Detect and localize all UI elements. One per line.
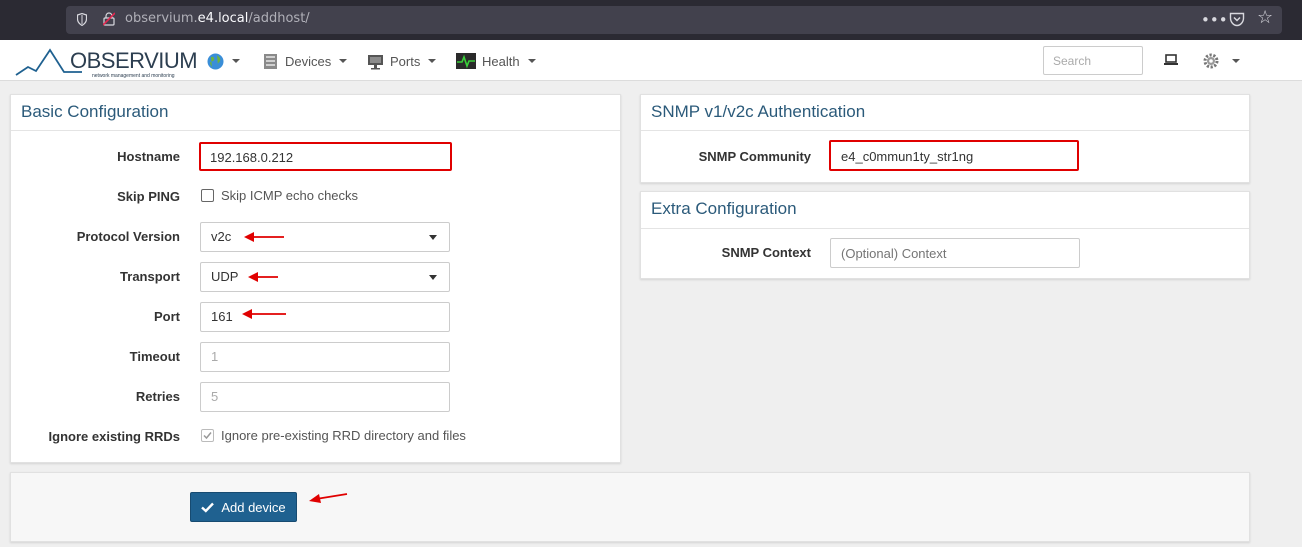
snmp-context-label: SNMP Context [721, 245, 811, 260]
chevron-down-icon [1232, 59, 1240, 63]
more-icon[interactable]: ••• [1201, 11, 1228, 29]
skip-ping-text: Skip ICMP echo checks [221, 188, 359, 203]
laptop-icon [1164, 54, 1178, 65]
check-icon [201, 502, 215, 513]
transport-value: UDP [211, 269, 239, 284]
annotation-arrow-icon [248, 272, 278, 282]
ignore-rrds-text: Ignore pre-existing RRD directory and fi… [221, 428, 466, 443]
add-device-label: Add device [221, 499, 286, 515]
settings-menu[interactable] [1202, 52, 1240, 70]
extra-configuration-title: Extra Configuration [641, 192, 1249, 229]
annotation-arrow-icon [242, 309, 286, 319]
transport-label: Transport [120, 269, 180, 284]
gear-icon [1203, 53, 1219, 69]
protocol-version-value: v2c [211, 229, 232, 244]
pocket-icon[interactable] [1229, 12, 1245, 27]
snmp-community-label: SNMP Community [698, 149, 811, 164]
annotation-arrow-icon [309, 493, 348, 503]
retries-label: Retries [135, 389, 180, 404]
checkmark-icon [203, 432, 212, 440]
hostname-input[interactable]: 192.168.0.212 [199, 142, 452, 171]
annotation-arrow-icon [244, 232, 284, 242]
ignore-rrds-label: Ignore existing RRDs [48, 429, 180, 444]
transport-select[interactable]: UDP [200, 262, 450, 292]
laptop-menu[interactable] [1163, 51, 1179, 69]
retries-input[interactable]: 5 [200, 382, 450, 412]
skip-ping-checkbox[interactable] [201, 189, 214, 202]
port-input[interactable]: 161 [200, 302, 450, 332]
protocol-version-label: Protocol Version [76, 229, 180, 244]
protocol-version-select[interactable]: v2c [200, 222, 450, 252]
hostname-label: Hostname [117, 149, 180, 164]
basic-configuration-form: Hostname 192.168.0.212 Skip PING Skip IC… [10, 0, 621, 547]
ignore-rrds-checkbox[interactable] [201, 429, 214, 442]
snmp-auth-title: SNMP v1/v2c Authentication [641, 95, 1249, 131]
skip-ping-label: Skip PING [117, 189, 180, 204]
chevron-down-icon [429, 275, 437, 280]
search-input[interactable] [1043, 46, 1143, 75]
timeout-input[interactable]: 1 [200, 342, 450, 372]
bookmark-star-icon[interactable]: ☆ [1257, 9, 1273, 27]
chevron-down-icon [429, 235, 437, 240]
add-device-button[interactable]: Add device [190, 492, 297, 522]
snmp-community-input[interactable]: e4_c0mmun1ty_str1ng [829, 140, 1079, 171]
snmp-context-input[interactable] [830, 238, 1080, 268]
port-label: Port [154, 309, 180, 324]
timeout-label: Timeout [129, 349, 180, 364]
